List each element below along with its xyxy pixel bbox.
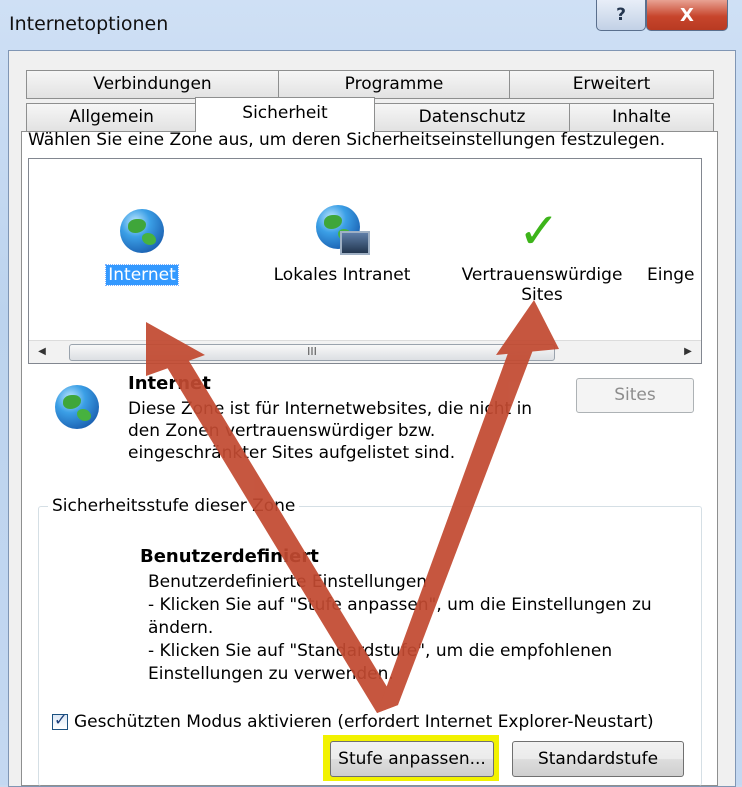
zone-list-scrollbar[interactable]: ◀ III ▶	[29, 340, 701, 363]
zone-vertrauenswuerdige-sites[interactable]: ✓ Vertrauenswürdige Sites	[447, 203, 637, 305]
tab-erweitert[interactable]: Erweitert	[509, 70, 714, 99]
custom-level-button[interactable]: Stufe anpassen...	[330, 741, 494, 777]
zone-description: Diese Zone ist für Internetwebsites, die…	[128, 399, 533, 463]
help-button[interactable]: ?	[596, 0, 646, 31]
zone-label: Vertrauenswürdige Sites	[461, 265, 623, 305]
protected-mode-label: Geschützten Modus aktivieren (erfordert …	[74, 712, 654, 732]
zone-label: Einge	[647, 265, 695, 285]
intranet-icon	[314, 203, 370, 259]
zone-list[interactable]: Internet Lokales Intranet ✓ Vertrauenswü…	[28, 158, 702, 364]
scroll-thumb[interactable]: III	[69, 344, 555, 361]
tab-allgemein[interactable]: Allgemein	[26, 103, 197, 132]
zone-lokales-intranet[interactable]: Lokales Intranet	[267, 203, 417, 285]
zone-label: Internet	[105, 264, 179, 286]
protected-mode-checkbox[interactable]	[52, 710, 68, 730]
tab-datenschutz[interactable]: Datenschutz	[374, 103, 570, 132]
level-description: Benutzerdefinierte Einstellungen - Klick…	[148, 571, 688, 686]
tab-sicherheit[interactable]: Sicherheit	[195, 97, 375, 132]
zone-title: Internet	[128, 373, 211, 394]
zone-eingeschraenkte-sites[interactable]: Einge	[645, 265, 701, 285]
globe-icon	[52, 380, 108, 436]
dialog-window: Internetoptionen ? X Verbindungen Progra…	[0, 0, 742, 787]
level-line: Benutzerdefinierte Einstellungen	[148, 572, 428, 592]
default-level-button[interactable]: Standardstufe	[512, 741, 684, 777]
window-title: Internetoptionen	[9, 13, 169, 35]
tab-inhalte[interactable]: Inhalte	[569, 103, 714, 132]
title-bar[interactable]: Internetoptionen ? X	[0, 0, 742, 48]
protected-mode-row[interactable]: Geschützten Modus aktivieren (erfordert …	[52, 710, 654, 732]
close-button[interactable]: X	[646, 0, 728, 31]
level-line: - Klicken Sie auf "Standardstufe", um di…	[148, 641, 613, 684]
help-icon: ?	[616, 5, 626, 25]
zone-internet[interactable]: Internet	[67, 203, 217, 286]
checkmark-icon: ✓	[518, 202, 560, 260]
close-icon: X	[680, 4, 694, 26]
scroll-right-icon[interactable]: ▶	[677, 341, 699, 363]
globe-icon	[114, 203, 170, 259]
sites-button[interactable]: Sites	[576, 378, 694, 413]
tab-programme[interactable]: Programme	[278, 70, 510, 99]
zone-prompt: Wählen Sie eine Zone aus, um deren Siche…	[28, 130, 666, 150]
level-title: Benutzerdefiniert	[140, 546, 319, 567]
scroll-left-icon[interactable]: ◀	[31, 341, 53, 363]
group-label: Sicherheitsstufe dieser Zone	[48, 496, 300, 516]
tab-verbindungen[interactable]: Verbindungen	[26, 70, 279, 99]
level-line: - Klicken Sie auf "Stufe anpassen", um d…	[148, 595, 652, 638]
zone-label: Lokales Intranet	[273, 265, 411, 285]
